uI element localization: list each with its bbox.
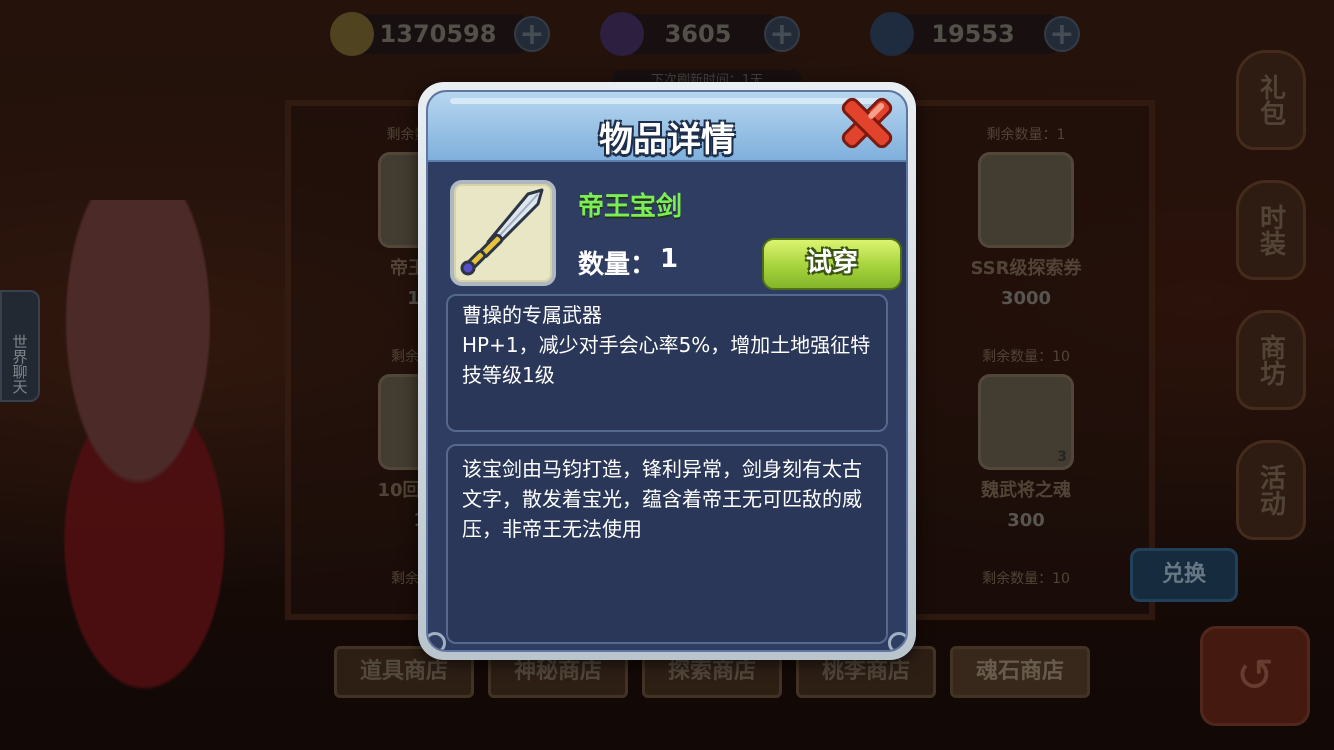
- lore-text: 该宝剑由马钧打造，锋利异常，剑身刻有太古文字，散发着宝光，蕴含着帝王无可匹敌的威…: [462, 457, 862, 541]
- corner-ornament: [888, 632, 906, 650]
- item-effects-box: 曹操的专属武器 HP+1，减少对手会心率5%，增加土地强征特技等级1级: [446, 294, 888, 432]
- item-quantity: 数量： 1: [578, 244, 678, 281]
- try-on-button[interactable]: 试穿: [762, 238, 902, 290]
- quantity-label: 数量：: [578, 250, 657, 280]
- owner-line: 曹操的专属武器: [462, 303, 602, 327]
- item-lore-box: 该宝剑由马钧打造，锋利异常，剑身刻有太古文字，散发着宝光，蕴含着帝王无可匹敌的威…: [446, 444, 888, 644]
- corner-ornament: [428, 632, 446, 650]
- item-icon-frame: [450, 180, 556, 286]
- header-highlight: [450, 98, 884, 104]
- close-icon: [841, 97, 893, 149]
- item-name: 帝王宝剑: [578, 192, 683, 222]
- effect-text: HP+1，减少对手会心率5%，增加土地强征特技等级1级: [462, 333, 871, 387]
- quantity-value: 1: [660, 244, 679, 274]
- item-detail-dialog: 物品详情 帝王宝剑 数量： 1 试穿 曹操的专属武器 HP+1，减少对手会心率5…: [418, 82, 916, 660]
- dialog-panel: 物品详情 帝王宝剑 数量： 1 试穿 曹操的专属武器 HP+1，减少对手会心率5…: [426, 90, 908, 652]
- close-button[interactable]: [834, 90, 900, 156]
- sword-icon: [460, 188, 544, 276]
